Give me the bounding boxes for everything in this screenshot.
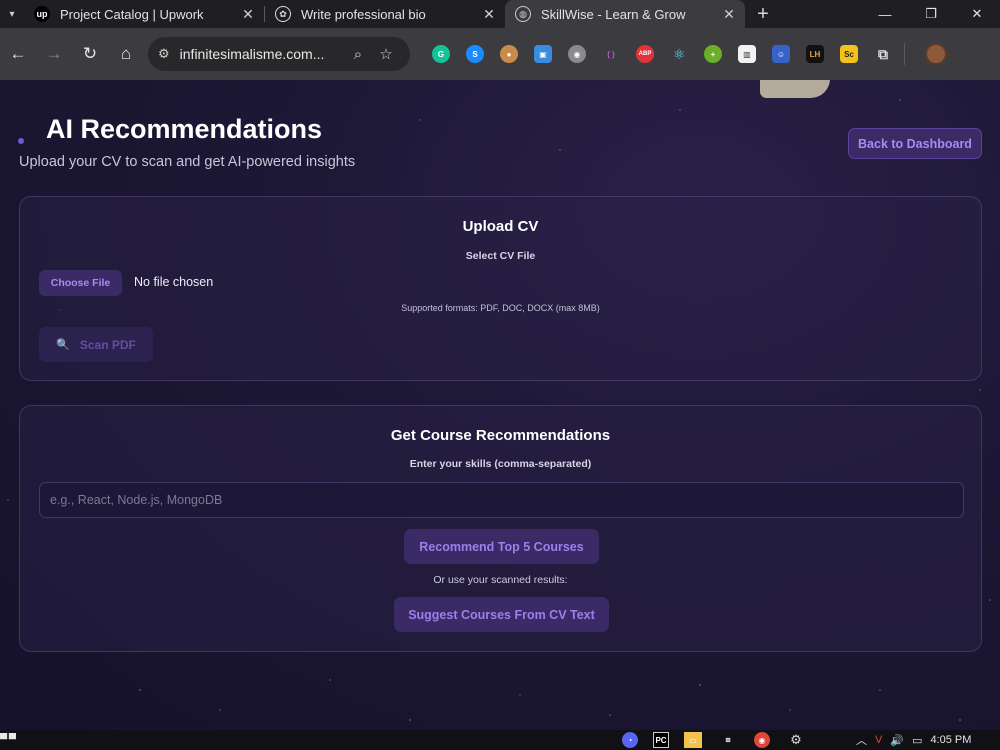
restore-icon[interactable]: ❐ bbox=[908, 0, 954, 28]
discord-icon[interactable]: ◔ bbox=[622, 732, 638, 748]
tab-skillwise[interactable]: ◍ SkillWise - Learn & Grow ✕ bbox=[505, 0, 745, 28]
tab-title: Write professional bio bbox=[301, 6, 426, 22]
grammarly-icon[interactable]: G bbox=[432, 45, 450, 63]
user-icon[interactable]: ☺ bbox=[772, 45, 790, 63]
close-tab-icon[interactable]: ✕ bbox=[240, 6, 256, 23]
site-settings-icon[interactable]: ⚙ bbox=[158, 46, 170, 62]
course-recommendations-title: Get Course Recommendations bbox=[390, 427, 611, 444]
page-subtitle: Upload your CV to scan and get AI-powere… bbox=[19, 154, 356, 170]
chrome-icon[interactable]: ◉ bbox=[754, 732, 770, 748]
tab-title: Project Catalog | Upwork bbox=[60, 6, 204, 22]
vpn-icon[interactable]: V bbox=[875, 734, 882, 746]
window-controls: — ❐ ✕ bbox=[862, 0, 1000, 28]
folder-icon[interactable]: ▭ bbox=[684, 732, 702, 748]
abp-icon[interactable]: ABP bbox=[636, 45, 654, 63]
screen-icon[interactable]: ▣ bbox=[534, 45, 552, 63]
raccoon-icon[interactable]: ◉ bbox=[568, 45, 586, 63]
sc-icon[interactable]: Sc bbox=[840, 45, 858, 63]
suggest-courses-button[interactable]: Suggest Courses From CV Text bbox=[394, 597, 609, 632]
bookmark-star-icon[interactable]: ☆ bbox=[372, 45, 400, 63]
tab-upwork[interactable]: up Project Catalog | Upwork ✕ bbox=[24, 0, 264, 28]
magnifier-icon: 🔍 bbox=[56, 339, 70, 351]
browser-toolbar: ← → ↻ ⌂ ⚙ infinitesimalisme.com... ⌕ ☆ G… bbox=[0, 28, 1000, 80]
or-scanned-text: Or use your scanned results: bbox=[433, 574, 568, 586]
system-tray: ︿ V 🔊 ▭ 4:05 PM bbox=[856, 732, 979, 748]
upload-cv-card: Upload CV Select CV File Choose File No … bbox=[19, 196, 982, 381]
scan-pdf-button[interactable]: 🔍 Scan PDF bbox=[39, 327, 153, 362]
react-icon[interactable]: ⚛ bbox=[670, 45, 688, 63]
supported-formats-text: Supported formats: PDF, DOC, DOCX (max 8… bbox=[401, 303, 600, 313]
puzzle-icon[interactable]: ⧉ bbox=[874, 45, 892, 63]
openai-icon: ✿ bbox=[275, 6, 291, 22]
new-tab-button[interactable]: + bbox=[745, 3, 781, 26]
course-recommendations-card: Get Course Recommendations Enter your sk… bbox=[19, 405, 982, 652]
forward-arrow-icon[interactable]: → bbox=[36, 36, 72, 72]
lh-icon[interactable]: LH bbox=[806, 45, 824, 63]
select-cv-label: Select CV File bbox=[465, 250, 536, 262]
extensions-bar: G S ● ▣ ◉ ( ) ABP ⚛ + ▥ ☺ LH Sc ⧉ bbox=[424, 45, 900, 63]
bracket-icon[interactable]: ( ) bbox=[602, 45, 620, 63]
close-window-icon[interactable]: ✕ bbox=[954, 0, 1000, 28]
tab-title: SkillWise - Learn & Grow bbox=[541, 6, 686, 22]
cookie-icon[interactable]: ● bbox=[500, 45, 518, 63]
profile-avatar[interactable] bbox=[925, 43, 947, 65]
address-bar[interactable]: ⚙ infinitesimalisme.com... ⌕ ☆ bbox=[148, 37, 410, 71]
decorative-shape bbox=[760, 80, 830, 98]
file-status-text: No file chosen bbox=[134, 275, 214, 289]
recommend-courses-button[interactable]: Recommend Top 5 Courses bbox=[404, 529, 599, 564]
skills-label: Enter your skills (comma-separated) bbox=[409, 458, 592, 470]
upload-cv-title: Upload CV bbox=[462, 218, 539, 235]
search-icon[interactable]: ⌕ bbox=[344, 46, 372, 63]
chevron-up-icon[interactable]: ︿ bbox=[856, 732, 867, 748]
os-taskbar: ◔ PC ▭ ⧈ ◉ ⚙ ︿ V 🔊 ▭ 4:05 PM bbox=[0, 730, 1000, 750]
back-to-dashboard-button[interactable]: Back to Dashboard bbox=[848, 128, 982, 159]
battery-icon[interactable]: ▭ bbox=[912, 734, 922, 747]
close-tab-icon[interactable]: ✕ bbox=[721, 6, 737, 23]
skills-input[interactable] bbox=[39, 482, 964, 518]
page-content: AI Recommendations Upload your CV to sca… bbox=[0, 80, 1000, 730]
box-icon[interactable]: ⧈ bbox=[717, 732, 739, 748]
shazam-icon[interactable]: S bbox=[466, 45, 484, 63]
windows-start-icon[interactable] bbox=[0, 733, 16, 740]
url-text[interactable]: infinitesimalisme.com... bbox=[180, 46, 344, 62]
scan-pdf-label: Scan PDF bbox=[79, 337, 136, 352]
back-arrow-icon[interactable]: ← bbox=[0, 36, 36, 72]
tab-write-bio[interactable]: ✿ Write professional bio ✕ bbox=[265, 0, 505, 28]
speaker-icon[interactable]: 🔊 bbox=[890, 734, 904, 747]
close-tab-icon[interactable]: ✕ bbox=[481, 6, 497, 23]
toolbar-separator bbox=[904, 43, 905, 65]
minimize-icon[interactable]: — bbox=[862, 0, 908, 28]
page-title: AI Recommendations bbox=[46, 114, 323, 144]
reload-icon[interactable]: ↻ bbox=[72, 36, 108, 72]
tab-search-chevron-icon[interactable]: ▾ bbox=[0, 0, 24, 28]
choose-file-button[interactable]: Choose File bbox=[39, 270, 122, 296]
clock-time[interactable]: 4:05 PM bbox=[930, 734, 971, 746]
upwork-icon: up bbox=[34, 6, 50, 22]
decorative-dot bbox=[18, 138, 24, 144]
chart-icon[interactable]: ▥ bbox=[738, 45, 756, 63]
taskbar-apps: ◔ PC ▭ ⧈ ◉ ⚙ bbox=[622, 732, 822, 748]
pycharm-icon[interactable]: PC bbox=[653, 732, 669, 748]
settings-gear-icon[interactable]: ⚙ bbox=[785, 732, 807, 748]
globe-icon: ◍ bbox=[515, 6, 531, 22]
home-icon[interactable]: ⌂ bbox=[108, 36, 144, 72]
browser-tabstrip: ▾ up Project Catalog | Upwork ✕ ✿ Write … bbox=[0, 0, 1000, 28]
plus-icon[interactable]: + bbox=[704, 45, 722, 63]
